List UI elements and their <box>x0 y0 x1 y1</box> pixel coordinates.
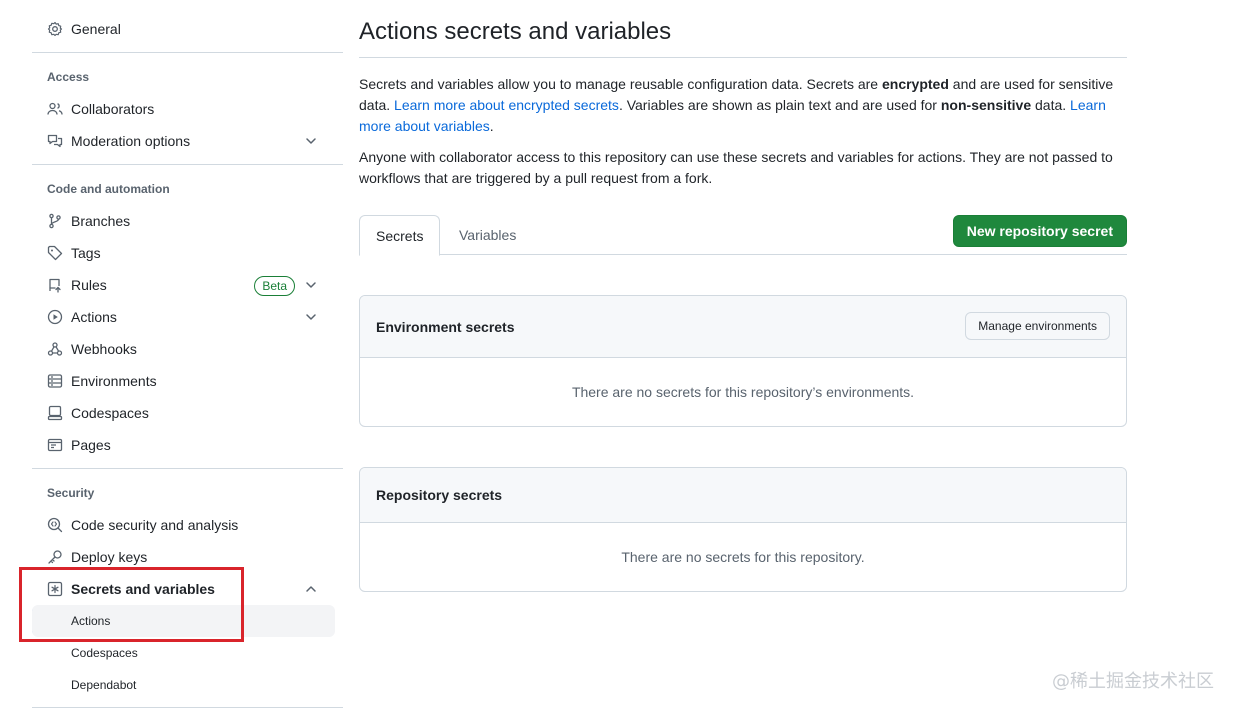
sidebar-item-branches[interactable]: Branches <box>32 205 335 237</box>
new-repository-secret-button[interactable]: New repository secret <box>952 215 1127 247</box>
watermark: @稀土掘金技术社区 <box>1052 671 1214 692</box>
sidebar-divider <box>32 468 343 469</box>
intro-paragraph: Secrets and variables allow you to manag… <box>359 74 1127 137</box>
browser-icon <box>47 437 63 453</box>
sidebar-item-label: Webhooks <box>71 341 137 357</box>
people-icon <box>47 101 63 117</box>
access-paragraph: Anyone with collaborator access to this … <box>359 149 1113 186</box>
sidebar-subitem-dependabot[interactable]: Dependabot <box>32 669 335 701</box>
sidebar-item-collaborators[interactable]: Collaborators <box>32 93 335 125</box>
section-title-access: Access <box>47 70 90 84</box>
sidebar-item-label: Branches <box>71 213 131 229</box>
sidebar-item-environments[interactable]: Environments <box>32 365 335 397</box>
section-title-code-automation: Code and automation <box>47 182 170 196</box>
play-icon <box>47 309 63 325</box>
sidebar-item-label: Rules <box>71 277 107 293</box>
server-icon <box>47 373 63 389</box>
sidebar-item-webhooks[interactable]: Webhooks <box>32 333 335 365</box>
chevron-up-icon[interactable] <box>303 581 319 597</box>
sidebar-item-pages[interactable]: Pages <box>32 429 335 461</box>
repository-secrets-box: Repository secrets There are no secrets … <box>359 467 1127 592</box>
gear-icon <box>47 21 63 37</box>
chevron-down-icon[interactable] <box>303 309 319 325</box>
sidebar-item-label: Environments <box>71 373 157 389</box>
sidebar-divider <box>32 52 343 53</box>
sidebar-item-codespaces[interactable]: Codespaces <box>32 397 335 429</box>
sidebar-item-moderation[interactable]: Moderation options <box>32 125 335 157</box>
repository-secrets-empty: There are no secrets for this repository… <box>621 549 865 565</box>
learn-more-secrets-link[interactable]: Learn more about encrypted secrets <box>394 97 619 113</box>
sidebar-item-actions[interactable]: Actions <box>32 301 335 333</box>
sidebar-item-label: Moderation options <box>71 133 191 149</box>
tag-icon <box>47 245 63 261</box>
intro-bold-nonsensitive: non-sensitive <box>940 97 1032 113</box>
intro-text: . Variables are shown as plain text and … <box>618 97 941 113</box>
repo-push-icon <box>47 277 63 293</box>
repository-secrets-title: Repository secrets <box>376 487 503 503</box>
intro-text: data. <box>1031 97 1071 113</box>
sidebar-item-rules[interactable]: Rules Beta <box>32 269 335 301</box>
section-title-security: Security <box>47 486 95 500</box>
sidebar-item-label: Deploy keys <box>71 549 148 565</box>
environment-secrets-empty: There are no secrets for this repository… <box>571 384 915 400</box>
environment-secrets-box: Environment secrets Manage environments … <box>359 295 1127 427</box>
comment-discussion-icon <box>47 133 63 149</box>
manage-environments-button[interactable]: Manage environments <box>965 312 1110 340</box>
sidebar-item-general[interactable]: General <box>32 13 335 45</box>
annotation-highlight-box <box>19 567 244 642</box>
sidebar-divider <box>32 707 343 708</box>
sidebar-item-label: Code security and analysis <box>71 517 239 533</box>
intro-text: Secrets and variables allow you to manag… <box>359 76 882 92</box>
webhook-icon <box>47 341 63 357</box>
sidebar-item-code-security[interactable]: Code security and analysis <box>32 509 335 541</box>
sidebar-item-label: Actions <box>71 309 117 325</box>
sidebar-divider <box>32 164 343 165</box>
intro-bold-encrypted: encrypted <box>881 76 949 92</box>
repository-secrets-header: Repository secrets <box>360 468 1126 523</box>
intro-text: . <box>489 118 494 134</box>
codespaces-icon <box>47 405 63 421</box>
tab-variables[interactable]: Variables <box>443 215 532 255</box>
title-divider <box>359 57 1127 58</box>
environment-secrets-header: Environment secrets Manage environments <box>360 296 1126 358</box>
sidebar-item-label: Collaborators <box>71 101 155 117</box>
git-branch-icon <box>47 213 63 229</box>
key-icon <box>47 549 63 565</box>
chevron-down-icon[interactable] <box>303 277 319 293</box>
page-title: Actions secrets and variables <box>359 18 672 45</box>
chevron-down-icon[interactable] <box>303 133 319 149</box>
environment-secrets-title: Environment secrets <box>376 318 515 335</box>
sidebar-item-label: Codespaces <box>71 405 149 421</box>
sidebar-item-label: Tags <box>71 245 101 261</box>
sidebar-item-tags[interactable]: Tags <box>32 237 335 269</box>
tab-secrets[interactable]: Secrets <box>359 215 441 256</box>
sidebar-item-label: General <box>71 21 121 37</box>
codescan-icon <box>47 517 63 533</box>
beta-badge: Beta <box>254 276 295 296</box>
sidebar-item-label: Pages <box>71 437 111 453</box>
